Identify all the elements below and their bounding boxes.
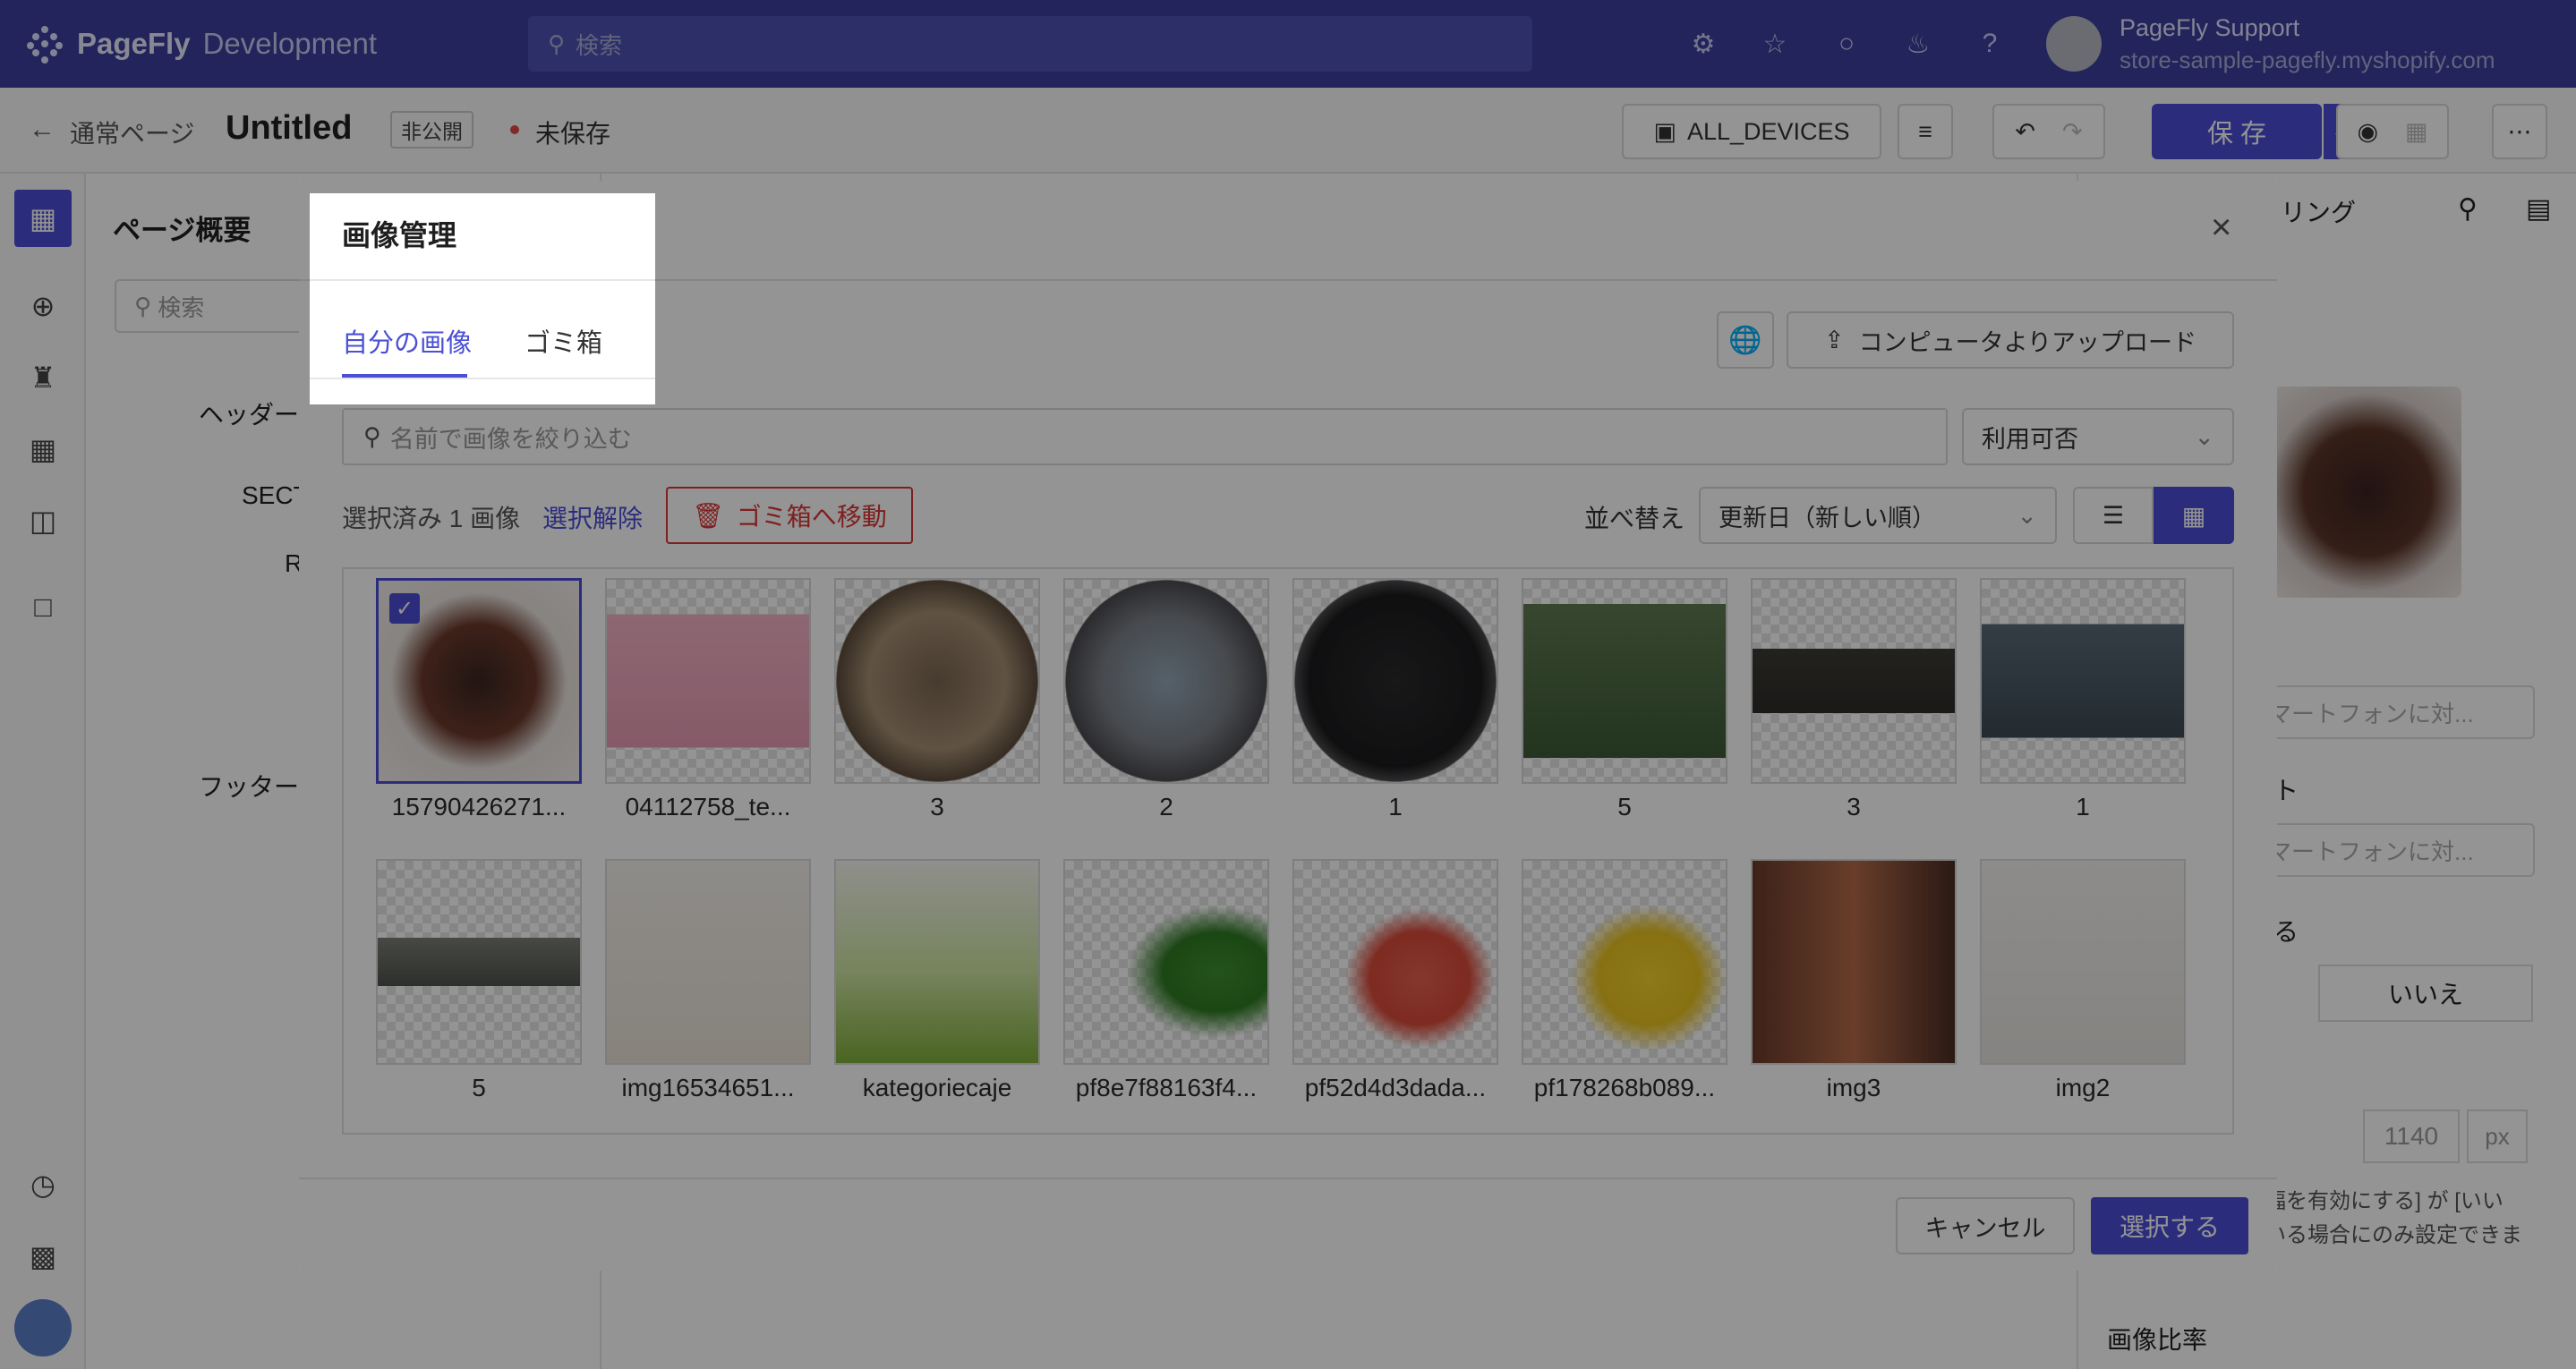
tabs-underline (310, 378, 655, 379)
modal-title: 画像管理 (342, 219, 457, 251)
tab-trash[interactable]: ゴミ箱 (525, 322, 602, 360)
tab-my-images[interactable]: 自分の画像 (342, 322, 472, 360)
header-divider (310, 279, 655, 281)
